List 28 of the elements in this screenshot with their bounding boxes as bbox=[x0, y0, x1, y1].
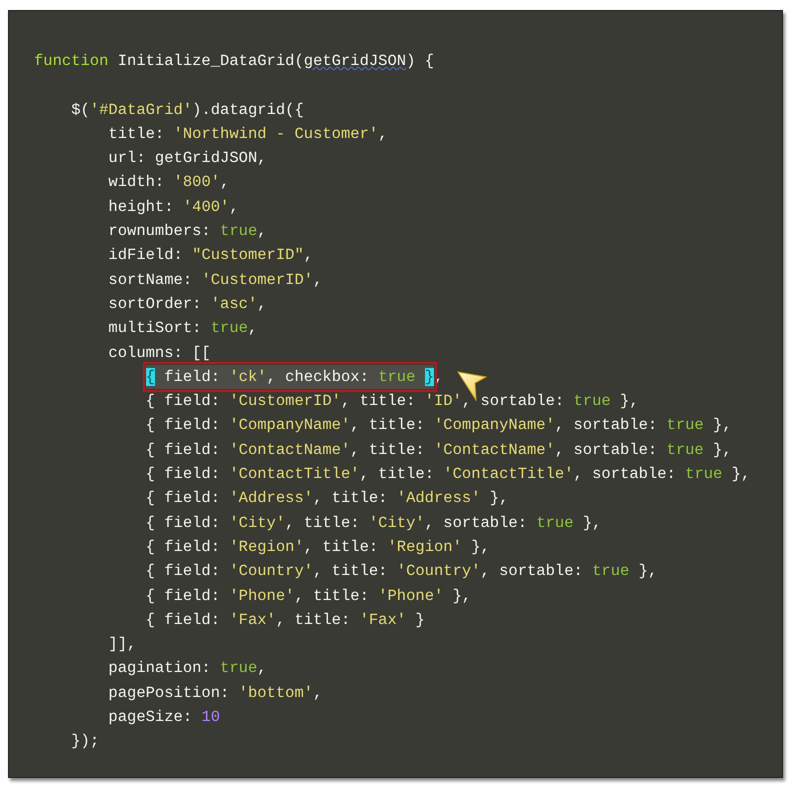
code-line: }); bbox=[71, 731, 100, 752]
code-line: sortName: 'CustomerID', bbox=[108, 270, 322, 291]
code-line: title: 'Northwind - Customer', bbox=[108, 124, 388, 145]
code-line: { field: 'Address', title: 'Address' }, bbox=[146, 488, 508, 510]
code-line: { field: 'City', title: 'City', sortable: true }, bbox=[146, 512, 602, 534]
code-line: ]], bbox=[108, 634, 136, 656]
code-line: width: '800', bbox=[108, 172, 230, 194]
code-line: { field: 'CustomerID', title: 'ID', sortable: true }, bbox=[146, 391, 639, 412]
code-line: { field: 'Fax', title: 'Fax' } bbox=[146, 610, 425, 631]
code-line: pagePosition: 'bottom', bbox=[108, 682, 322, 704]
code-line: { field: 'Phone', title: 'Phone' }, bbox=[146, 586, 472, 607]
code-line: rownumbers: true, bbox=[108, 221, 267, 242]
code-line: function Initialize_DataGrid(getGridJSON) { bbox=[34, 51, 434, 72]
code-line: height: '400', bbox=[108, 196, 239, 218]
code-line: pageSize: 10 bbox=[108, 707, 220, 728]
code-line: url: getGridJSON, bbox=[108, 148, 267, 170]
code-line: idField: "CustomerID", bbox=[108, 245, 314, 266]
code-line: multiSort: true, bbox=[108, 318, 258, 340]
code-line: $('#DataGrid').datagrid({ bbox=[71, 100, 304, 121]
code-line: pagination: true, bbox=[108, 658, 267, 680]
code-line: { field: 'CompanyName', title: 'CompanyName', sortable: true }, bbox=[146, 415, 732, 436]
code-line: { field: 'ContactName', title: 'ContactName', sortable: true }, bbox=[146, 440, 732, 461]
highlighted-code: { field: 'ck', checkbox: true } bbox=[146, 364, 434, 390]
code-line: sortOrder: 'asc', bbox=[108, 294, 267, 315]
code-line: { field: 'Country', title: 'Country', sortable: true }, bbox=[146, 561, 658, 582]
code-line: columns: [[ bbox=[108, 342, 211, 364]
code-line: { field: 'Region', title: 'Region' }, bbox=[146, 536, 490, 558]
code-line: { field: 'ContactTitle', title: 'ContactTitle', sortable: true }, bbox=[146, 464, 750, 486]
